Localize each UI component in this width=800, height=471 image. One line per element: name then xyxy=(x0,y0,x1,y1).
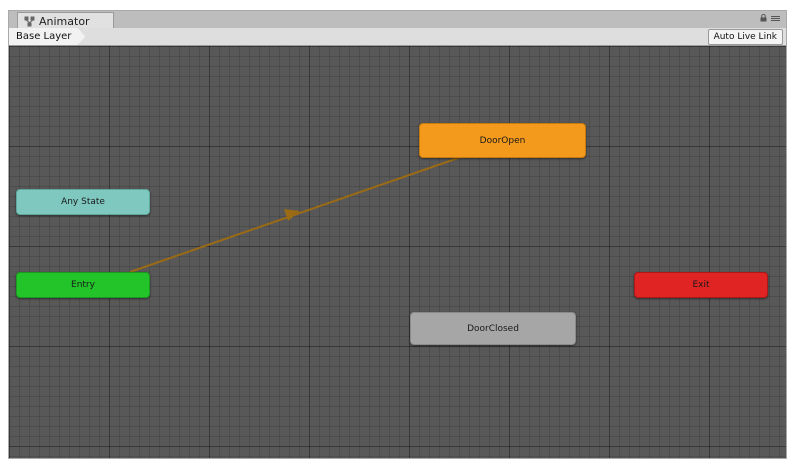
window-controls xyxy=(760,14,780,22)
state-door-open[interactable]: DoorOpen xyxy=(419,123,586,158)
tab-bar: Animator xyxy=(9,11,786,29)
state-exit[interactable]: Exit xyxy=(634,272,768,298)
transitions-layer xyxy=(129,155,465,273)
animator-icon xyxy=(24,16,35,27)
lock-icon[interactable] xyxy=(760,14,767,22)
transition-arrow-icon xyxy=(284,209,300,221)
state-entry[interactable]: Entry xyxy=(16,272,150,298)
state-machine-graph[interactable]: Any State Entry DoorOpen DoorClosed Exit xyxy=(9,46,786,458)
breadcrumb-base-layer[interactable]: Base Layer xyxy=(9,28,85,45)
state-any-state[interactable]: Any State xyxy=(16,189,150,215)
state-door-closed[interactable]: DoorClosed xyxy=(410,312,576,345)
menu-icon[interactable] xyxy=(771,15,780,22)
tab-title: Animator xyxy=(39,14,90,28)
transition-entry-to-dooropen[interactable] xyxy=(129,155,465,273)
animator-window: Animator Base Layer Auto Live Link Any S… xyxy=(8,10,787,459)
auto-live-link-button[interactable]: Auto Live Link xyxy=(707,29,783,45)
tab-animator[interactable]: Animator xyxy=(17,12,114,29)
animator-toolbar: Base Layer Auto Live Link xyxy=(9,28,786,46)
